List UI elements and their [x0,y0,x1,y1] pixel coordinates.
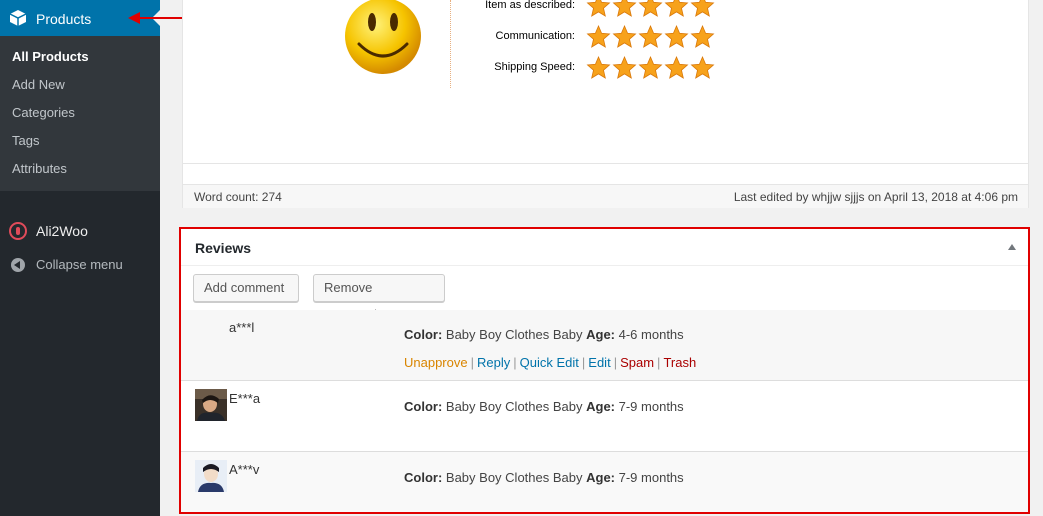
submenu-tags[interactable]: Tags [0,127,160,155]
review-row: a***l Color: Baby Boy Clothes Baby Age: … [181,310,1028,380]
collapse-menu-label: Collapse menu [36,257,123,272]
star-icon [612,24,637,48]
color-label: Color: [404,399,443,414]
reply-link[interactable]: Reply [477,355,510,370]
review-row-actions: Unapprove | Reply | Quick Edit | Edit | Spam | Tra… [404,355,697,370]
review-row: A***v Color: Baby Boy Clothes Baby Age: … [181,451,1028,512]
star-rating [586,24,716,49]
star-icon [690,24,715,48]
star-icon [690,0,715,17]
star-icon [586,24,611,48]
star-icon [612,0,637,17]
sidebar-item-ali2woo[interactable]: Ali2Woo [0,220,160,242]
quick-edit-link[interactable]: Quick Edit [520,355,579,370]
sidebar-item-label: Ali2Woo [36,223,88,239]
star-icon [586,0,611,17]
trash-link[interactable]: Trash [663,355,696,370]
age-value: 7-9 months [618,399,684,414]
star-icon [638,55,663,79]
color-label: Color: [404,327,443,342]
review-author: A***v [229,462,260,477]
rating-label: Item as described: [485,0,575,11]
rating-row: Item as described: [453,0,903,18]
reviews-header[interactable]: Reviews [181,229,1028,266]
age-value: 4-6 months [618,327,684,342]
review-row: E***a Color: Baby Boy Clothes Baby Age: … [181,380,1028,451]
review-author: a***l [229,320,255,335]
star-icon [612,55,637,79]
star-icon [664,55,689,79]
spam-link[interactable]: Spam [620,355,654,370]
rating-row: Communication: [453,24,903,49]
ali2woo-icon [9,222,27,240]
color-label: Color: [404,470,443,485]
sidebar-item-label: Products [36,11,92,27]
color-value: Baby Boy Clothes Baby [445,399,583,414]
age-label: Age: [586,399,615,414]
avatar [195,460,227,492]
review-text: Color: Baby Boy Clothes Baby Age: 7-9 mo… [404,470,684,485]
add-comment-button[interactable]: Add comment [193,274,299,302]
unapprove-link[interactable]: Unapprove [404,355,468,370]
collapse-arrow-icon [11,258,25,272]
admin-sidebar: Products All Products Add New Categories… [0,0,160,516]
star-icon [664,0,689,17]
submenu-all-products[interactable]: All Products [0,43,160,71]
color-value: Baby Boy Clothes Baby [445,470,583,485]
age-value: 7-9 months [618,470,684,485]
divider-line [450,0,451,88]
star-rating [586,0,716,18]
editor-status-bar: Word count: 274 Last edited by whjjw sjj… [183,184,1028,208]
word-count: Word count: 274 [194,190,282,204]
avatar [195,389,227,421]
star-icon [690,55,715,79]
remove-comments-button[interactable]: Remove comments [313,274,445,321]
submenu-categories[interactable]: Categories [0,99,160,127]
star-icon [638,0,663,17]
color-value: Baby Boy Clothes Baby [445,327,583,342]
products-submenu: All Products Add New Categories Tags Att… [0,36,160,191]
star-rating [586,55,716,80]
review-author: E***a [229,391,261,406]
star-icon [638,24,663,48]
products-cube-icon [9,9,27,27]
editor-footer: Word count: 274 Last edited by whjjw sjj… [183,163,1028,208]
star-icon [586,55,611,79]
last-edited-info: Last edited by whjjw sjjjs on April 13, … [733,190,1018,204]
product-description-editor: Item as described: Communication: Shippi… [182,0,1029,208]
review-text: Color: Baby Boy Clothes Baby Age: 4-6 mo… [404,327,684,342]
rating-row: Shipping Speed: [453,55,903,80]
reviews-metabox: Reviews Add comment Remove comments a***… [179,227,1030,514]
age-label: Age: [586,327,615,342]
review-text: Color: Baby Boy Clothes Baby Age: 7-9 mo… [404,399,684,414]
collapse-menu-button[interactable]: Collapse menu [0,255,160,275]
collapse-toggle-icon[interactable] [1008,244,1016,250]
rating-label: Communication: [495,30,575,42]
submenu-add-new[interactable]: Add New [0,71,160,99]
edit-link[interactable]: Edit [588,355,610,370]
age-label: Age: [586,470,615,485]
smiley-face-image [345,0,421,74]
reviews-title: Reviews [195,240,252,256]
rating-label: Shipping Speed: [494,61,575,73]
submenu-attributes[interactable]: Attributes [0,155,160,183]
star-icon [664,24,689,48]
